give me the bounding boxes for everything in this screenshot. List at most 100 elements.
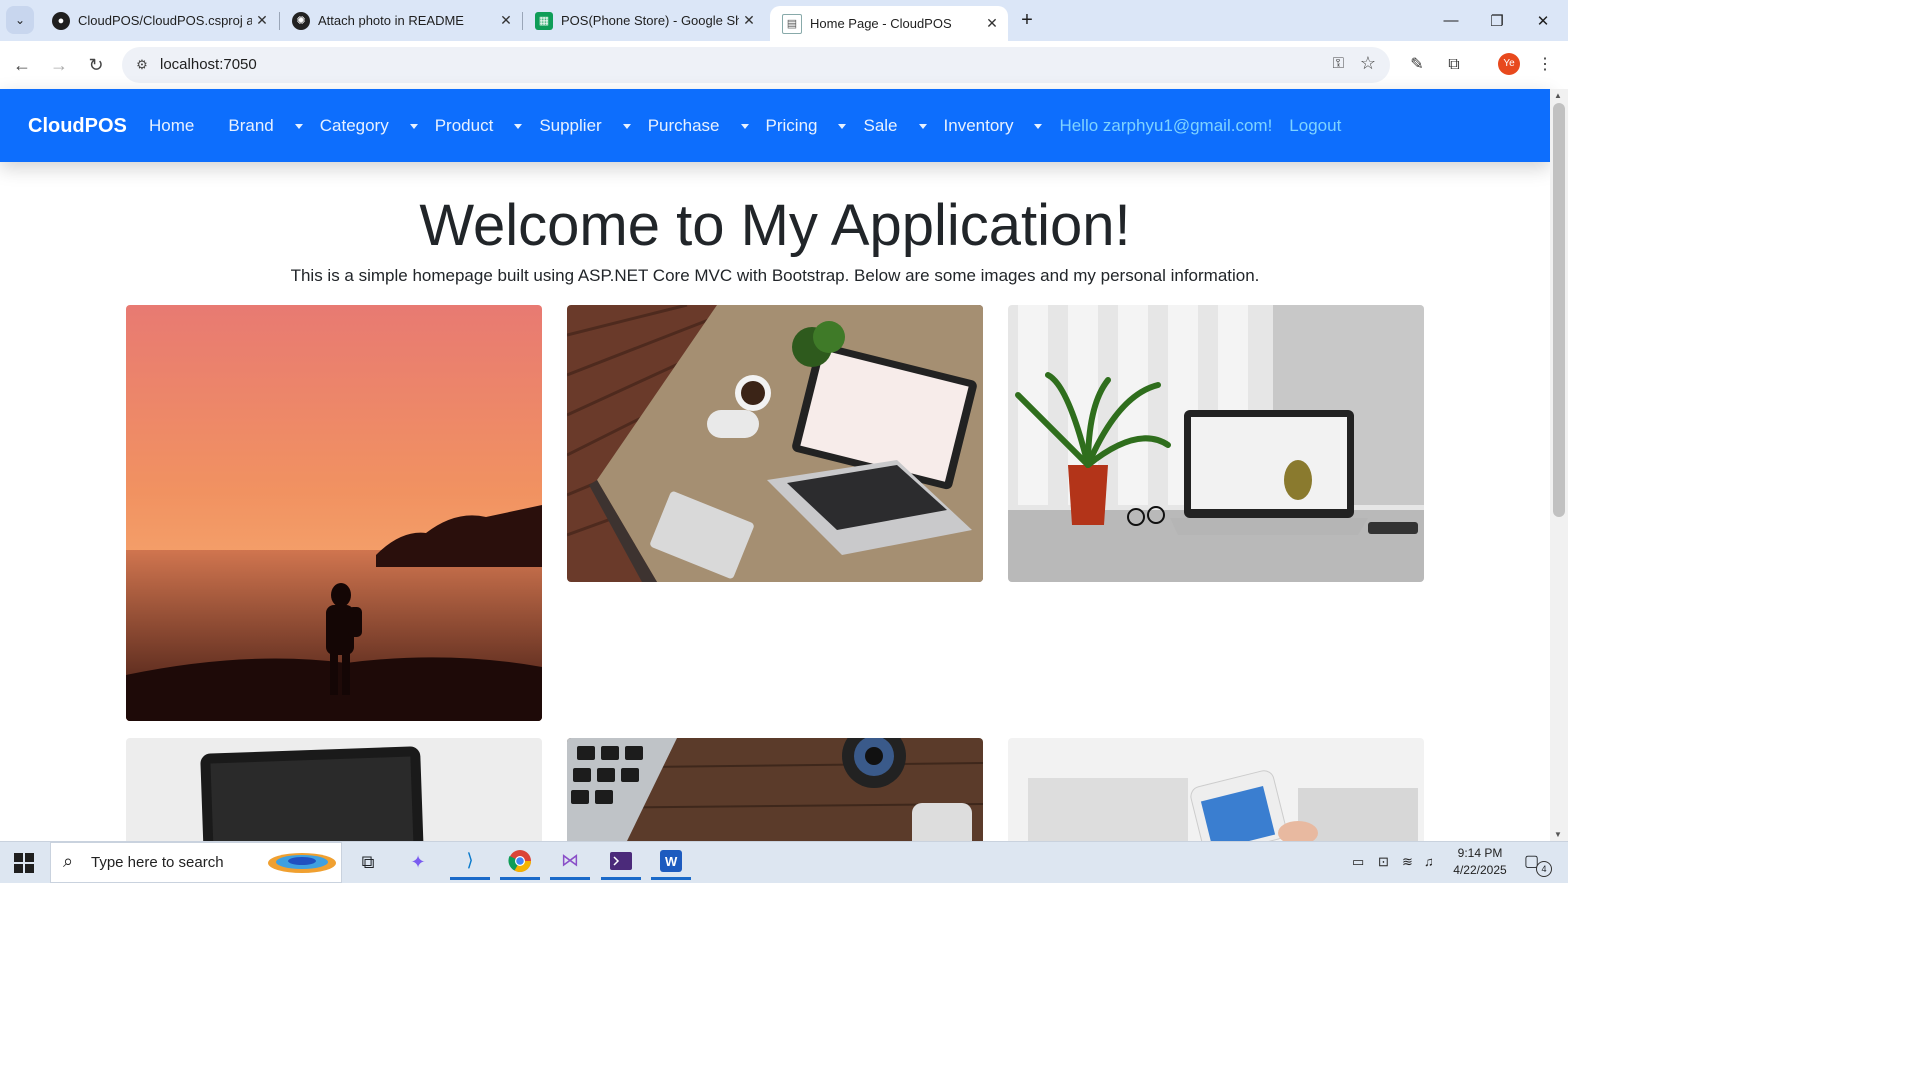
nav-label: Purchase xyxy=(647,116,720,135)
nav-label: Category xyxy=(319,116,389,135)
site-info-icon[interactable]: ⚙ xyxy=(132,55,152,75)
profile-avatar[interactable]: Ye xyxy=(1498,53,1520,75)
taskbar-search-box[interactable]: ⌕ Type here to search xyxy=(50,842,342,883)
scroll-down-arrow-icon[interactable]: ▼ xyxy=(1554,830,1562,839)
nav-links: Home Brand Category Product Supplier Pur… xyxy=(149,116,1358,136)
close-icon[interactable]: ✕ xyxy=(252,12,272,29)
chrome-icon[interactable] xyxy=(500,844,540,880)
nav-label: Inventory xyxy=(943,116,1014,135)
search-icon: ⌕ xyxy=(63,851,74,871)
nav-item-sale[interactable]: Sale xyxy=(863,116,927,136)
clock-time: 9:14 PM xyxy=(1457,846,1503,860)
extensions-icon[interactable]: ⧉ xyxy=(1442,53,1466,77)
nav-item-product[interactable]: Product xyxy=(435,116,523,136)
caret-down-icon xyxy=(514,124,523,130)
nav-label: Brand xyxy=(228,116,274,135)
notification-count: 4 xyxy=(1536,861,1552,877)
google-sheets-icon: ▦ xyxy=(535,11,553,30)
close-window-button[interactable]: ✕ xyxy=(1520,0,1566,41)
clock-date: 4/22/2025 xyxy=(1453,863,1507,877)
close-icon[interactable]: ✕ xyxy=(496,12,516,29)
caret-down-icon xyxy=(294,124,303,130)
battery-icon[interactable]: ▭ xyxy=(1352,854,1364,870)
url-text[interactable]: localhost:7050 xyxy=(160,56,257,73)
back-button[interactable]: ← xyxy=(10,53,34,77)
nav-label: Supplier xyxy=(539,116,602,135)
user-greeting-link[interactable]: Hello zarphyu1@gmail.com! xyxy=(1059,116,1272,136)
tab-title: Attach photo in README xyxy=(318,13,464,28)
menu-icon[interactable]: ⋮ xyxy=(1533,53,1557,77)
openai-icon: ✺ xyxy=(292,11,310,30)
browser-tab-1[interactable]: ● CloudPOS/CloudPOS.csproj at r ✕ xyxy=(40,0,278,41)
device-icon[interactable]: ⊡ xyxy=(1378,854,1389,870)
nav-item-purchase[interactable]: Purchase xyxy=(648,116,749,136)
close-icon[interactable]: ✕ xyxy=(982,15,1002,32)
nav-label: Product xyxy=(434,116,494,135)
page-icon: ▤ xyxy=(782,13,802,34)
caret-down-icon xyxy=(1034,124,1043,130)
word-icon[interactable]: W xyxy=(651,844,691,880)
phone-blur-photo xyxy=(1008,738,1424,841)
nav-label: Sale xyxy=(863,116,898,135)
minimize-button[interactable]: — xyxy=(1428,0,1474,41)
browser-tab-3[interactable]: ▦ POS(Phone Store) - Google She ✕ xyxy=(523,0,765,41)
caret-down-icon xyxy=(622,124,631,130)
nav-label: Home xyxy=(149,116,195,135)
search-placeholder: Type here to search xyxy=(91,854,224,871)
nav-label: Pricing xyxy=(765,116,818,135)
intro-text: This is a simple homepage built using AS… xyxy=(290,266,1260,285)
scrollbar-thumb[interactable] xyxy=(1553,103,1565,517)
vscode-icon[interactable]: ⟩ xyxy=(450,844,490,880)
bookmark-star-icon[interactable]: ☆ xyxy=(1360,53,1376,74)
nav-item-supplier[interactable]: Supplier xyxy=(539,116,631,136)
laptop-plant-photo xyxy=(1008,305,1424,582)
nav-item-category[interactable]: Category xyxy=(320,116,418,136)
sunset-beach-photo xyxy=(126,305,542,721)
caret-down-icon xyxy=(838,124,847,130)
nav-item-inventory[interactable]: Inventory xyxy=(944,116,1043,136)
page-heading: Welcome to My Application! xyxy=(419,193,1131,258)
nav-item-brand[interactable]: Brand xyxy=(228,116,303,136)
svg-text:W: W xyxy=(665,854,678,869)
volume-icon[interactable]: ♫ xyxy=(1424,854,1434,869)
tab-search-button[interactable]: ⌄ xyxy=(6,6,34,34)
restore-button[interactable]: ❐ xyxy=(1474,0,1520,41)
reload-button[interactable]: ↻ xyxy=(84,53,108,77)
nav-item-pricing[interactable]: Pricing xyxy=(766,116,847,136)
key-icon[interactable]: ⚿ xyxy=(1333,55,1344,72)
scroll-up-arrow-icon[interactable]: ▲ xyxy=(1554,91,1562,100)
caret-down-icon xyxy=(409,124,418,130)
eyedropper-icon[interactable]: ✎ xyxy=(1405,53,1429,77)
browser-toolbar: ← → ↻ ⚙ localhost:7050 ⚿ ☆ ✎ ⧉ ⋮ xyxy=(0,41,1568,90)
nav-item-home[interactable]: Home xyxy=(149,116,211,136)
system-clock[interactable]: 9:14 PM 4/22/2025 xyxy=(1440,845,1520,879)
page-scrollbar[interactable]: ▲ ▼ xyxy=(1550,89,1568,841)
caret-down-icon xyxy=(740,124,749,130)
forward-button[interactable]: → xyxy=(47,53,71,77)
site-navbar: CloudPOS Home Brand Category Product Sup… xyxy=(0,89,1550,162)
browser-tab-4-active[interactable]: ▤ Home Page - CloudPOS ✕ xyxy=(770,6,1008,41)
close-icon[interactable]: ✕ xyxy=(739,12,759,29)
logout-link[interactable]: Logout xyxy=(1289,116,1341,136)
browser-tab-2[interactable]: ✺ Attach photo in README ✕ xyxy=(280,0,522,41)
laptop-dark-photo xyxy=(126,738,542,841)
visual-studio-icon[interactable]: ⋈ xyxy=(550,844,590,880)
search-highlight-icon xyxy=(268,853,336,873)
wifi-icon[interactable]: ≋ xyxy=(1402,854,1413,870)
address-bar[interactable]: ⚙ localhost:7050 ⚿ ☆ xyxy=(122,47,1390,83)
navbar-brand[interactable]: CloudPOS xyxy=(28,115,127,138)
github-icon: ● xyxy=(52,11,70,30)
task-view-icon[interactable]: ⧉ xyxy=(348,844,388,880)
windows-taskbar: ⌕ Type here to search ⧉ ✦ ⟩ ⋈ W ▭ ⊡ ≋ ♫ … xyxy=(0,841,1568,883)
laptop-desk-photo xyxy=(567,305,983,582)
keyboard-camera-photo xyxy=(567,738,983,841)
terminal-icon[interactable] xyxy=(601,844,641,880)
copilot-icon[interactable]: ✦ xyxy=(398,844,438,880)
notification-button[interactable]: ▢ 4 xyxy=(1524,851,1552,877)
new-tab-button[interactable]: + xyxy=(1016,9,1038,31)
caret-down-icon xyxy=(918,124,927,130)
tab-title: CloudPOS/CloudPOS.csproj at r xyxy=(78,13,252,28)
windows-start-icon[interactable] xyxy=(14,853,34,873)
tab-title: POS(Phone Store) - Google She xyxy=(561,13,739,28)
tab-title: Home Page - CloudPOS xyxy=(810,16,952,31)
